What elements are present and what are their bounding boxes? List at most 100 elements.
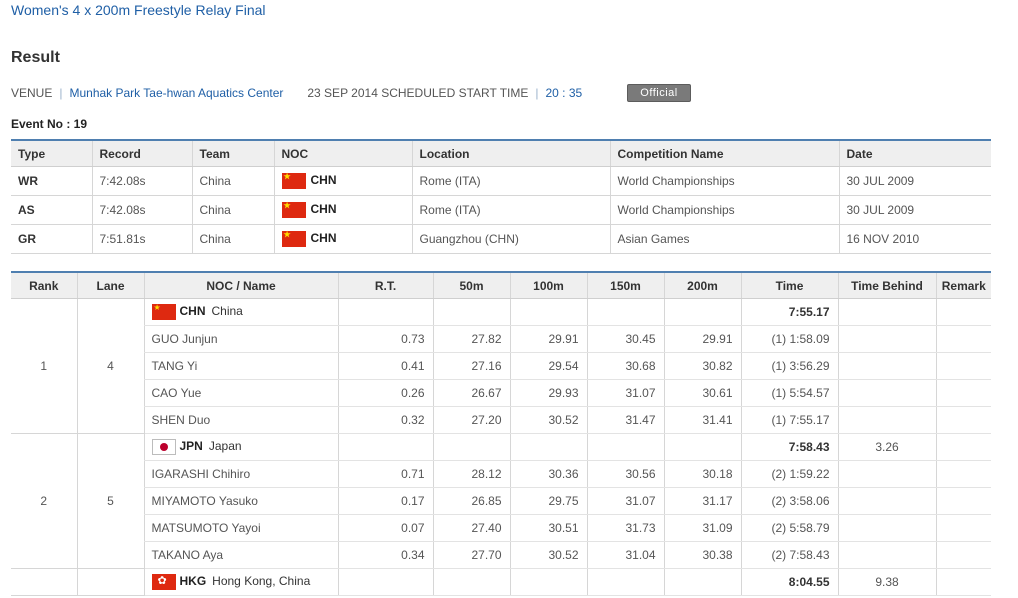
team-time: 7:58.43 [740, 433, 838, 461]
time-behind [837, 379, 936, 407]
cumulative-time: (2) 1:59.22 [740, 460, 838, 488]
split-200m: 29.91 [663, 325, 741, 353]
record-team: China [191, 166, 274, 196]
split-50m: 27.70 [432, 541, 510, 569]
team-country: China [211, 304, 243, 319]
divider: | [59, 86, 63, 100]
split-150m: 30.68 [586, 352, 664, 380]
time-behind [837, 298, 936, 326]
remark-cell [935, 352, 991, 380]
empty-cell [432, 568, 510, 596]
records-header-cell: Record [91, 140, 192, 167]
start-time: 20 : 35 [545, 86, 583, 100]
team-name-cell: HKG Hong Kong, China [143, 568, 338, 596]
empty-cell [509, 568, 587, 596]
rank-cell: 2 [11, 433, 77, 569]
record-team: China [191, 195, 274, 225]
swimmer-row: IGARASHI Chihiro 0.71 28.12 30.36 30.56 30.18… [11, 460, 991, 488]
time-behind [837, 352, 936, 380]
records-header-cell: Type [11, 140, 92, 167]
split-200m: 30.82 [663, 352, 741, 380]
record-date: 16 NOV 2010 [838, 224, 991, 254]
split-150m: 30.56 [586, 460, 664, 488]
results-header-cell: R.T. [337, 272, 433, 299]
venue-link[interactable]: Munhak Park Tae-hwan Aquatics Center [69, 86, 283, 100]
records-header-cell: Team [191, 140, 274, 167]
split-100m: 29.93 [509, 379, 587, 407]
reaction-time: 0.71 [337, 460, 433, 488]
reaction-time: 0.26 [337, 379, 433, 407]
remark-cell [935, 406, 991, 434]
empty-cell [663, 298, 741, 326]
reaction-time: 0.17 [337, 487, 433, 515]
noc-code: CHN [310, 173, 337, 188]
cumulative-time: (2) 5:58.79 [740, 514, 838, 542]
split-50m: 27.40 [432, 514, 510, 542]
status-badge: Official [627, 84, 691, 102]
split-50m: 27.82 [432, 325, 510, 353]
flag-icon [151, 439, 176, 455]
record-type: AS [11, 195, 92, 225]
rank-cell: 1 [11, 298, 77, 434]
results-header-cell: 150m [586, 272, 664, 299]
team-country: Japan [208, 439, 242, 454]
reaction-time: 0.41 [337, 352, 433, 380]
team-time: 8:04.55 [740, 568, 838, 596]
empty-cell [509, 433, 587, 461]
split-150m: 31.07 [586, 379, 664, 407]
record-location: Rome (ITA) [411, 166, 610, 196]
swimmer-name: GUO Junjun [143, 325, 338, 353]
split-50m: 27.20 [432, 406, 510, 434]
team-name-cell: CHN China [143, 298, 338, 326]
time-behind [837, 514, 936, 542]
time-behind [837, 325, 936, 353]
record-noc: CHN [273, 195, 412, 225]
event-title-link[interactable]: Women's 4 x 200m Freestyle Relay Final [11, 2, 266, 18]
time-behind: 3.26 [837, 433, 936, 461]
lane-cell: 4 [76, 298, 144, 434]
split-100m: 30.36 [509, 460, 587, 488]
results-header-cell: NOC / Name [143, 272, 338, 299]
results-header-cell: Rank [11, 272, 77, 299]
results-header-cell: 200m [663, 272, 741, 299]
reaction-time: 0.34 [337, 541, 433, 569]
venue-line: VENUE | Munhak Park Tae-hwan Aquatics Cent… [11, 86, 582, 100]
flag-icon [151, 303, 176, 320]
team-noc-code: HKG [179, 574, 207, 589]
record-time: 7:51.81s [91, 224, 192, 254]
records-header-cell: Competition Name [609, 140, 839, 167]
team-row: 14 CHN China 7:55.17 [11, 298, 991, 434]
swimmer-row: MIYAMOTO Yasuko 0.17 26.85 29.75 31.07 31.17(… [11, 487, 991, 515]
record-team: China [191, 224, 274, 254]
rank-cell [11, 568, 77, 596]
empty-cell [432, 298, 510, 326]
records-header-cell: Location [411, 140, 610, 167]
record-competition: World Championships [609, 195, 839, 225]
empty-cell [586, 433, 664, 461]
split-50m: 26.67 [432, 379, 510, 407]
split-50m: 28.12 [432, 460, 510, 488]
empty-cell [663, 433, 741, 461]
record-competition: Asian Games [609, 224, 839, 254]
swimmer-name: MIYAMOTO Yasuko [143, 487, 338, 515]
event-date: 23 SEP 2014 SCHEDULED START TIME [307, 86, 529, 100]
flag-icon [281, 201, 306, 218]
record-row: WR7:42.08sChina CHN Rome (ITA)World Champi… [11, 166, 991, 196]
team-noc-code: CHN [179, 304, 206, 319]
cumulative-time: (2) 7:58.43 [740, 541, 838, 569]
empty-cell [586, 568, 664, 596]
split-150m: 30.45 [586, 325, 664, 353]
swimmer-row: TANG Yi 0.41 27.16 29.54 30.68 30.82 (1) 3:56.… [11, 352, 991, 380]
lane-cell: 5 [76, 433, 144, 569]
record-noc: CHN [273, 224, 412, 254]
split-150m: 31.47 [586, 406, 664, 434]
record-row: GR7:51.81sChina CHN Guangzhou (CHN)Asian G… [11, 224, 991, 254]
results-header-cell: 100m [509, 272, 587, 299]
record-row: AS7:42.08sChina CHN Rome (ITA)World Champi… [11, 195, 991, 225]
team-name-cell: JPN Japan [143, 433, 338, 461]
venue-label: VENUE [11, 86, 53, 100]
record-date: 30 JUL 2009 [838, 166, 991, 196]
flag-icon [151, 574, 176, 590]
swimmer-row: MATSUMOTO Yayoi 0.07 27.40 30.51 31.73 31.09(… [11, 514, 991, 542]
cumulative-time: (1) 5:54.57 [740, 379, 838, 407]
